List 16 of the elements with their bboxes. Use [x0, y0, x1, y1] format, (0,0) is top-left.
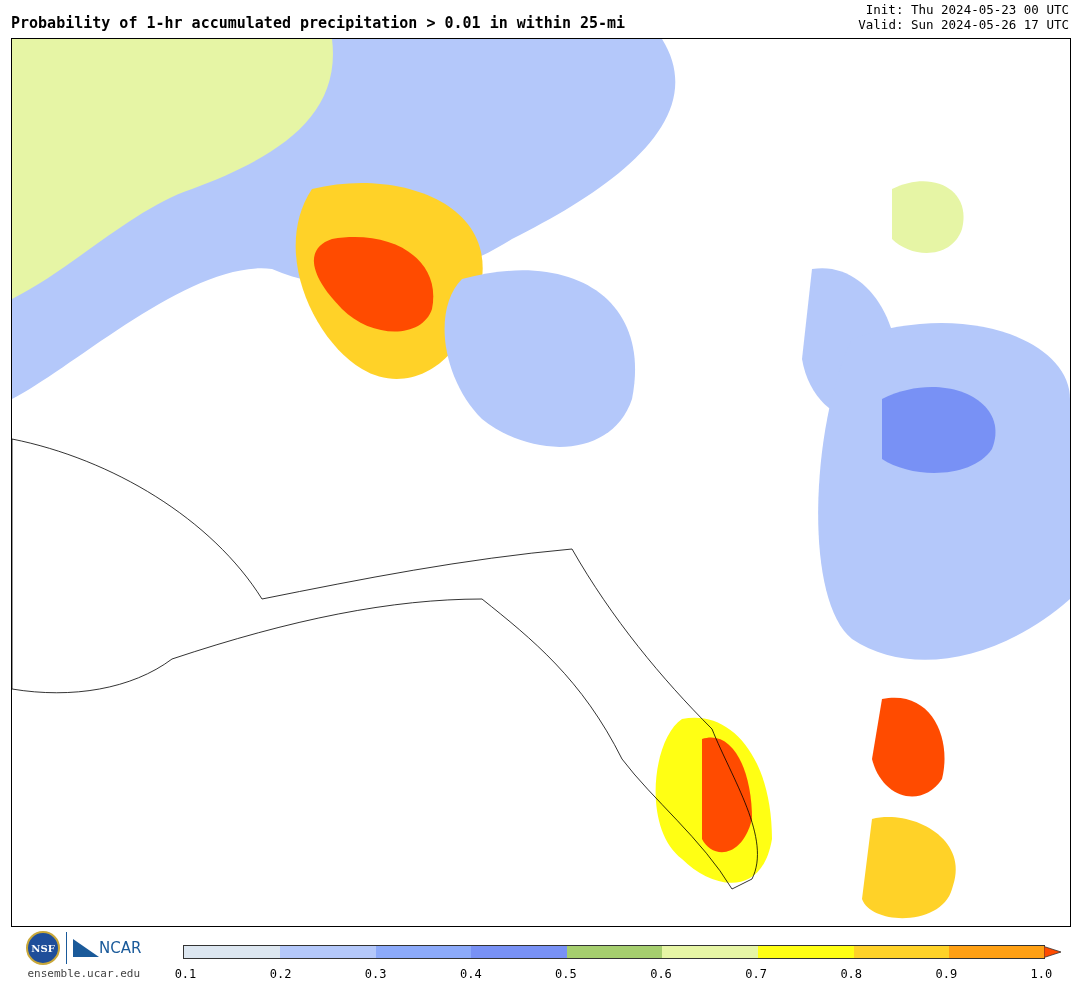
init-time: Init: Thu 2024-05-23 00 UTC	[865, 2, 1069, 17]
legend-tick-label: 0.7	[744, 967, 768, 981]
legend-tick-label: 1.0	[1029, 967, 1054, 981]
valid-time: Valid: Sun 2024-05-26 17 UTC	[858, 17, 1069, 32]
legend-tick-label: 0.2	[268, 967, 293, 981]
legend-tick-label: 0.9	[934, 967, 959, 981]
chart-title: Probability of 1-hr accumulated precipitation > 0.01 in within 25-mi	[11, 14, 626, 32]
legend-tick-label: 0.3	[363, 967, 388, 981]
nsf-logo: NSF	[26, 931, 61, 965]
ncar-logo: NCAR	[73, 939, 142, 957]
legend-tick-label: 0.5	[554, 967, 578, 981]
legend-tick-label: 0.6	[649, 967, 673, 981]
legend-tick-label: 0.1	[173, 967, 198, 981]
legend-tick-label: 0.8	[839, 967, 864, 981]
legend-tick-label: 0.4	[458, 967, 483, 981]
site-url: ensemble.ucar.edu	[27, 967, 141, 980]
